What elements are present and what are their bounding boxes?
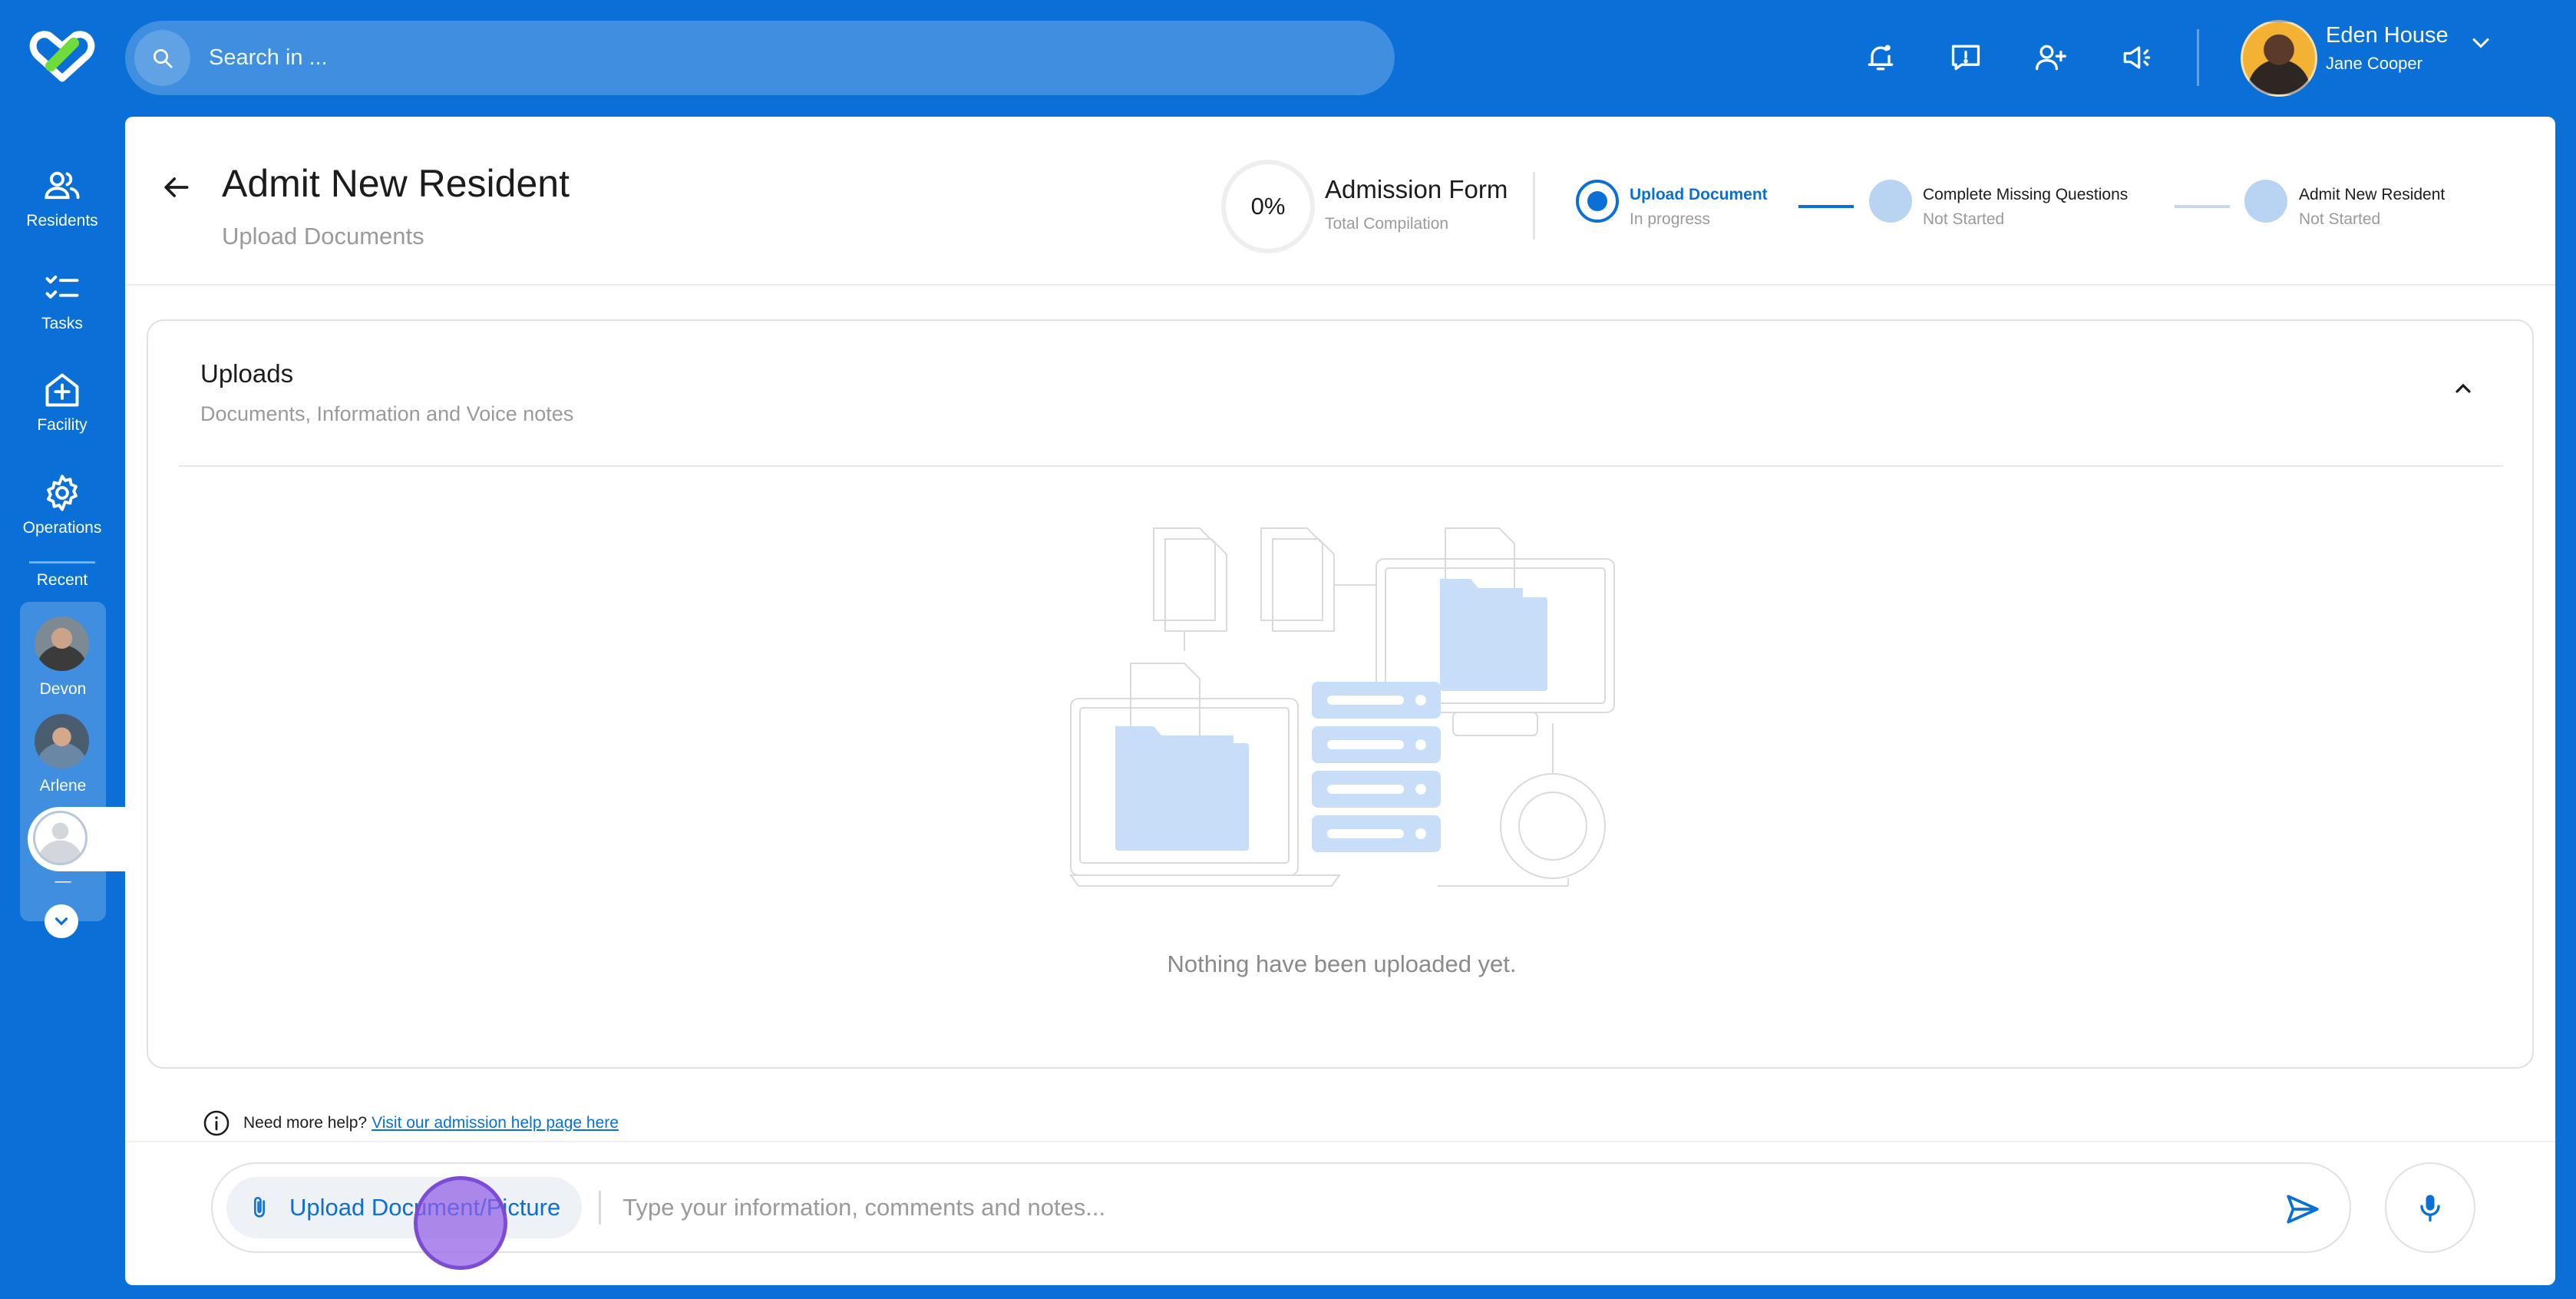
sidebar-item-label: Tasks (41, 315, 83, 332)
step-indicator-admit-new-resident[interactable] (2244, 180, 2287, 223)
step-title[interactable]: Upload Document (1630, 186, 1768, 204)
progress-value: 0% (1250, 193, 1286, 220)
notes-input[interactable] (623, 1194, 2204, 1221)
header-divider (1533, 172, 1535, 240)
sidebar-item-label: Facility (37, 416, 88, 434)
announcement-icon[interactable] (2115, 37, 2157, 78)
step-status: Not Started (2299, 210, 2381, 228)
recent-avatar-placeholder[interactable] (33, 811, 88, 865)
form-title: Admission Form (1325, 175, 1508, 203)
add-user-icon[interactable] (2030, 37, 2072, 78)
empty-state-text: Nothing have been uploaded yet. (1167, 950, 1517, 977)
user-facility[interactable]: Eden House (2326, 23, 2449, 48)
step-title[interactable]: Complete Missing Questions (1923, 186, 2128, 204)
empty-uploads-illustration (1069, 527, 1615, 887)
app-logo[interactable] (28, 28, 97, 83)
sidebar-item-tasks[interactable]: Tasks (0, 269, 124, 333)
upload-document-button[interactable]: Upload Document/Picture (226, 1177, 583, 1238)
chevron-down-icon (54, 917, 68, 926)
main-content: Admit New Resident Upload Documents 0% A… (125, 117, 2555, 1285)
top-divider (2197, 29, 2199, 86)
search-input[interactable] (209, 45, 1283, 71)
uploads-card: Uploads Documents, Information and Voice… (147, 319, 2534, 1069)
step-indicator-complete-missing-questions[interactable] (1869, 180, 1912, 223)
sidebar-item-label: Residents (26, 212, 98, 230)
composer-border (125, 1141, 2555, 1142)
sidebar-item-facility[interactable]: Facility (0, 370, 124, 435)
uploads-title: Uploads (200, 359, 294, 388)
composer-bar: Upload Document/Picture (211, 1162, 2351, 1253)
feedback-icon[interactable] (1945, 37, 1986, 78)
step-indicator-upload-document[interactable] (1576, 180, 1619, 223)
sidebar-divider (29, 561, 95, 564)
search-icon[interactable] (134, 30, 190, 86)
help-text: Need more help? (243, 1114, 368, 1132)
recent-name[interactable]: Devon (20, 680, 106, 699)
recent-avatar-devon[interactable] (35, 616, 89, 671)
chevron-up-icon[interactable] (2451, 376, 2475, 401)
step-connector (2175, 205, 2230, 208)
chevron-down-icon[interactable] (2467, 29, 2495, 57)
residents-icon (45, 171, 80, 200)
recent-scroll-down-button[interactable] (45, 904, 78, 938)
facility-icon (45, 373, 79, 407)
page-subtitle: Upload Documents (222, 223, 424, 250)
gear-icon (47, 474, 78, 511)
composer-separator (599, 1191, 602, 1225)
sidebar-item-label: Operations (22, 519, 102, 537)
info-icon (203, 1110, 230, 1136)
help-link[interactable]: Visit our admission help page here (372, 1114, 619, 1132)
step-title[interactable]: Admit New Resident (2299, 186, 2445, 204)
voice-note-button[interactable] (2385, 1162, 2475, 1253)
sidebar-item-operations[interactable]: Operations (0, 473, 124, 537)
uploads-divider (179, 465, 2503, 467)
send-icon[interactable] (2284, 1190, 2322, 1228)
recent-label: Recent (36, 571, 88, 589)
cursor-click-indicator (414, 1176, 507, 1270)
back-arrow-icon[interactable] (159, 170, 193, 204)
step-status: In progress (1630, 210, 1711, 228)
user-name: Jane Cooper (2326, 54, 2422, 73)
recent-name[interactable]: — (20, 872, 106, 891)
step-status: Not Started (1923, 210, 2005, 228)
user-avatar[interactable] (2241, 20, 2317, 97)
sidebar-item-residents[interactable]: Residents (0, 166, 124, 230)
recent-avatar-arlene[interactable] (35, 714, 89, 768)
microphone-icon (2420, 1195, 2440, 1222)
search-bar[interactable] (125, 21, 1395, 95)
header-border (125, 284, 2555, 286)
step-connector (1798, 205, 1854, 208)
help-row: Need more help? Visit our admission help… (202, 1109, 619, 1138)
notification-bell-icon[interactable] (1860, 37, 1901, 78)
tasks-icon (45, 275, 79, 299)
progress-ring: 0% (1221, 160, 1315, 253)
form-subtitle: Total Compilation (1325, 215, 1449, 233)
paperclip-icon (254, 1196, 265, 1218)
page-title: Admit New Resident (222, 162, 570, 205)
uploads-subtitle: Documents, Information and Voice notes (200, 402, 574, 425)
recent-name[interactable]: Arlene (20, 777, 106, 795)
